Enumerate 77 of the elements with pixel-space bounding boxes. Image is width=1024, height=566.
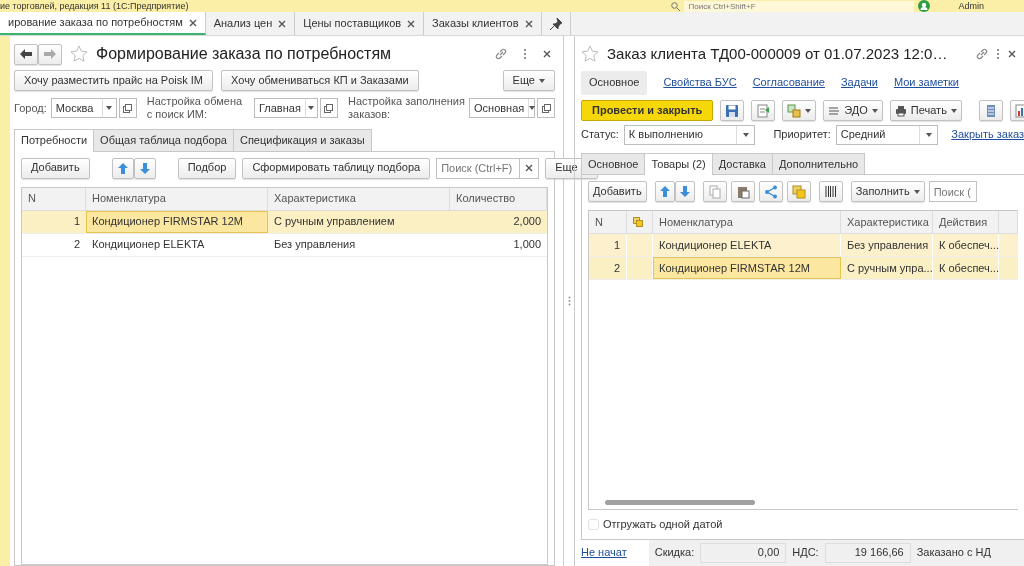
field-label: НДС: — [792, 546, 819, 560]
field-label: Заказано с НД — [916, 546, 991, 560]
table-cell: 1 — [589, 234, 627, 257]
tab[interactable]: Спецификация и заказы — [232, 129, 372, 152]
nav-link[interactable]: Задачи — [840, 76, 878, 90]
post-and-close-button[interactable]: Провести и закрыть — [581, 100, 714, 121]
column-header[interactable]: Действия — [933, 211, 999, 234]
field-label: Город: — [14, 101, 47, 115]
nav-link[interactable]: Согласование — [752, 76, 825, 90]
vat-field: 19 166,66 — [824, 543, 911, 563]
field-label: Настройка заполнения заказов: — [347, 95, 465, 122]
tab[interactable]: Товары (2) — [644, 153, 713, 176]
field-label: Приоритет: — [773, 128, 831, 142]
column-header[interactable]: Характеристика — [841, 211, 933, 234]
user-name[interactable]: Admin — [958, 0, 984, 12]
table-cell-text: 2,000 — [512, 213, 542, 229]
table-cell: 2 — [589, 257, 627, 280]
pick-button[interactable]: Подбор — [177, 157, 237, 179]
tab[interactable]: Общая таблица подбора — [93, 129, 234, 152]
column-header[interactable]: Количество — [450, 187, 547, 210]
nav-link[interactable]: Свойства БУС — [663, 76, 737, 90]
field-label: Скидка: — [654, 546, 695, 560]
search-field[interactable]: Поиск Ctrl+Shift+F — [684, 0, 915, 12]
table-cell: С ручным упра... — [841, 257, 933, 280]
table-cell-text: С ручным управлением — [273, 213, 396, 229]
table-cell: К обеспеч... — [933, 257, 999, 280]
search-field[interactable]: Поиск ( — [928, 181, 977, 203]
select-field[interactable]: Средний — [835, 125, 939, 145]
select-field[interactable]: Главная — [253, 98, 318, 119]
discount-field: 0,00 — [700, 543, 787, 563]
close-order-link[interactable]: Закрыть заказ — [951, 128, 1024, 142]
column-header[interactable]: N — [22, 187, 86, 210]
table-row[interactable]: 2 Кондиционер FIRMSTAR 12M С ручным упра... К обеспеч... — [589, 257, 1018, 281]
table-cell: К обеспеч... — [933, 234, 999, 257]
table-cell-text: 1 — [72, 213, 81, 229]
build-table-button[interactable]: Сформировать таблицу подбора — [242, 157, 431, 179]
table-cell-text: 1,000 — [512, 236, 542, 252]
select-field[interactable]: Москва — [50, 98, 117, 119]
table-row[interactable]: 1 Кондиционер FIRMSTAR 12M С ручным управлением 2,000 — [22, 210, 547, 234]
table-row[interactable]: 2 Кондиционер ELEKTA Без управления 1,000 — [22, 233, 547, 257]
tab[interactable]: Дополнительно — [772, 153, 866, 176]
form-title: Формирование заказа по потребностям — [96, 44, 392, 64]
table-cell-text: Кондиционер ELEKTA — [91, 236, 206, 252]
select-field[interactable]: Основная — [469, 98, 535, 119]
column-header[interactable]: Номенклатура — [653, 211, 841, 234]
window-tab[interactable]: ирование заказа по потребностям — [0, 12, 206, 35]
search-field[interactable]: Поиск (Ctrl+F) — [436, 157, 521, 179]
app-title: ие торговлей, редакция 11 (1С:Предприятие) — [0, 0, 189, 12]
add-button[interactable]: Добавить — [588, 181, 647, 203]
column-header[interactable]: Номенклатура — [86, 187, 268, 210]
select-field[interactable]: К выполнению — [623, 125, 756, 145]
tab[interactable]: Основное — [581, 153, 646, 176]
checkbox-label: Отгружать одной датой — [603, 517, 723, 531]
table-cell-text: Без управления — [273, 236, 357, 252]
action-button[interactable]: Хочу разместить прайс на Poisk IM — [14, 70, 214, 91]
table-cell-text: 2 — [72, 236, 81, 252]
column-header[interactable]: Характеристика — [268, 187, 450, 210]
edo-button[interactable]: ЭДО — [823, 100, 883, 121]
action-button[interactable]: Хочу обмениваться КП и Заказами — [221, 70, 419, 91]
form-title: Заказ клиента ТД00-000009 от 01.07.2023 12:0… — [607, 45, 948, 63]
table-cell: Кондиционер ELEKTA — [653, 234, 841, 257]
print-button[interactable]: Печать — [889, 100, 962, 121]
more-button[interactable]: Еще — [502, 70, 555, 91]
nav-link[interactable]: Основное — [581, 71, 648, 95]
tab[interactable]: Потребности — [14, 129, 95, 152]
column-header[interactable]: N — [589, 211, 627, 234]
table-cell: Кондиционер FIRMSTAR 12M — [86, 210, 268, 233]
table-row[interactable]: 1 Кондиционер ELEKTA Без управления К обеспеч... — [589, 234, 1018, 258]
field-label: Статус: — [581, 128, 619, 142]
table-cell: Без управления — [841, 234, 933, 257]
field-label: Настройка обмена с поиск ИМ: — [146, 95, 244, 122]
add-button[interactable]: Добавить — [21, 157, 90, 179]
nav-link[interactable]: Мои заметки — [893, 76, 959, 90]
fill-button[interactable]: Заполнить — [850, 181, 925, 203]
status-link[interactable]: Не начат — [581, 546, 627, 560]
tab[interactable]: Доставка — [711, 153, 773, 176]
table-cell: Кондиционер FIRMSTAR 12M — [653, 257, 841, 280]
